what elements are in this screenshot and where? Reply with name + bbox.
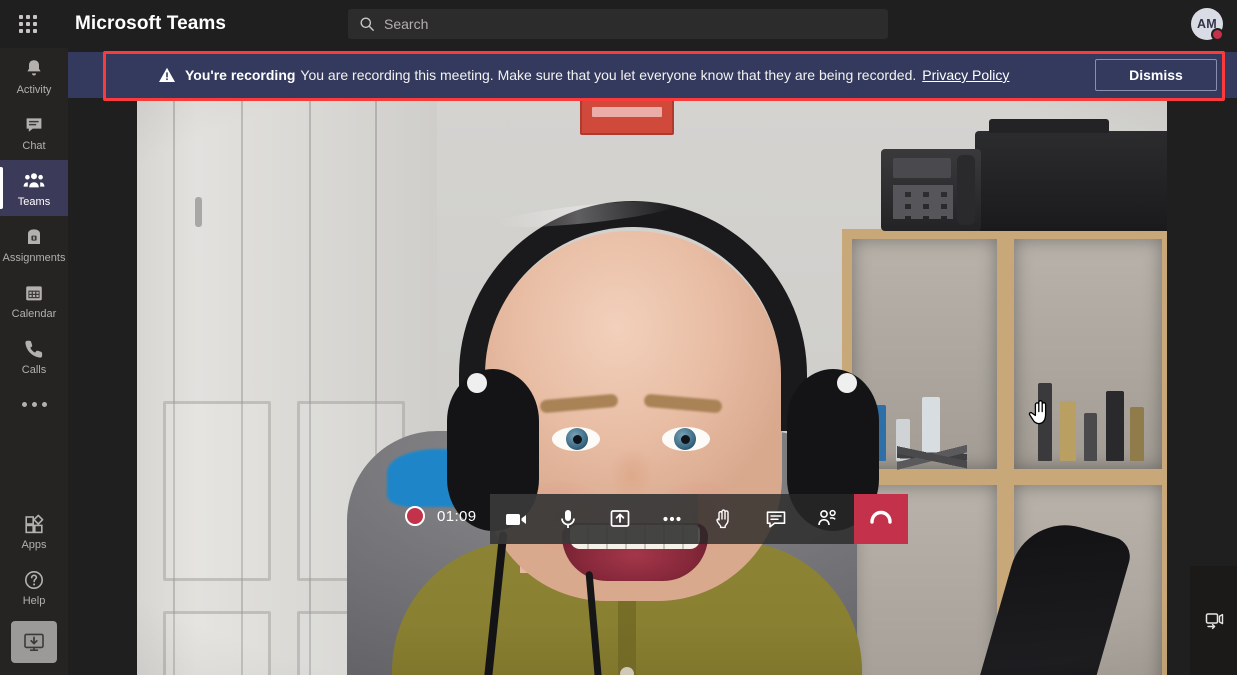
control-group-primary xyxy=(490,494,698,544)
sidebar-item-chat[interactable]: Chat xyxy=(0,104,68,160)
sidebar-item-label: Teams xyxy=(17,195,51,208)
sidebar-item-label: Help xyxy=(22,594,46,607)
app-rail: Activity Chat Teams Assignments Calendar… xyxy=(0,48,68,675)
chat-button[interactable] xyxy=(750,494,802,544)
recording-status: 01:09 xyxy=(405,506,477,526)
question-circle-icon xyxy=(25,570,43,589)
teams-window: 01:09 Activity Chat Teams Assignments Ca… xyxy=(0,0,1237,675)
download-desktop-app-button[interactable] xyxy=(11,621,57,663)
share-screen-icon xyxy=(610,510,630,527)
screen-share-panel[interactable] xyxy=(1190,566,1237,675)
hang-up-phone-icon xyxy=(870,510,892,524)
control-group-secondary xyxy=(698,494,854,544)
sidebar-item-calls[interactable]: Calls xyxy=(0,328,68,384)
page-title: Microsoft Teams xyxy=(75,13,227,34)
sidebar-item-assignments[interactable]: Assignments xyxy=(0,216,68,272)
meeting-control-bar xyxy=(490,494,908,544)
more-actions-button[interactable] xyxy=(646,494,698,544)
title-bar: Microsoft Teams Search AM xyxy=(0,0,1237,48)
bell-icon xyxy=(27,59,41,75)
backpack-icon xyxy=(28,228,40,244)
app-rail-bottom: Apps Help xyxy=(0,503,68,675)
participants-button[interactable] xyxy=(802,494,854,544)
meeting-timer: 01:09 xyxy=(437,507,477,525)
screen-share-cast-icon xyxy=(1205,612,1223,629)
download-desktop-app-icon xyxy=(24,633,44,651)
sidebar-more-button[interactable] xyxy=(0,384,68,424)
chat-bubble-icon xyxy=(766,511,786,528)
participant-video-feed[interactable] xyxy=(137,101,1167,675)
raised-hand-icon xyxy=(716,509,729,529)
microphone-button[interactable] xyxy=(542,494,594,544)
sidebar-item-apps[interactable]: Apps xyxy=(0,503,68,559)
sidebar-item-teams[interactable]: Teams xyxy=(0,160,68,216)
microphone-icon xyxy=(561,510,575,528)
more-horizontal-icon xyxy=(663,516,681,522)
privacy-policy-link[interactable]: Privacy Policy xyxy=(922,67,1009,83)
sidebar-item-label: Apps xyxy=(21,538,47,551)
recording-banner-title: You're recording xyxy=(185,67,296,83)
sidebar-item-calendar[interactable]: Calendar xyxy=(0,272,68,328)
chat-bubble-icon xyxy=(26,117,42,132)
sidebar-item-label: Calls xyxy=(21,363,47,376)
search-icon xyxy=(359,16,375,32)
avatar[interactable]: AM xyxy=(1191,8,1224,41)
search-placeholder: Search xyxy=(384,16,429,32)
warning-triangle-icon xyxy=(158,66,176,84)
apps-icon xyxy=(25,514,44,533)
sidebar-item-label: Chat xyxy=(22,139,46,152)
phone-icon xyxy=(25,340,43,358)
recording-banner-content: You're recording You are recording this … xyxy=(158,66,1009,84)
camera-button[interactable] xyxy=(490,494,542,544)
sidebar-item-activity[interactable]: Activity xyxy=(0,48,68,104)
video-vignette xyxy=(137,101,1167,675)
sidebar-item-help[interactable]: Help xyxy=(0,559,68,615)
calendar-icon xyxy=(26,285,42,300)
video-scene xyxy=(137,101,1167,675)
raise-hand-button[interactable] xyxy=(698,494,750,544)
meeting-stage xyxy=(68,48,1237,675)
presence-badge-busy xyxy=(1211,28,1224,41)
sidebar-item-label: Activity xyxy=(16,83,52,96)
sidebar-item-label: Calendar xyxy=(11,307,57,320)
people-team-icon xyxy=(23,172,45,187)
recording-indicator-icon xyxy=(405,506,425,526)
app-launcher-grid-icon[interactable] xyxy=(14,10,42,38)
hang-up-button[interactable] xyxy=(854,494,908,544)
recording-banner-message: You are recording this meeting. Make sur… xyxy=(300,67,917,83)
share-screen-button[interactable] xyxy=(594,494,646,544)
video-camera-icon xyxy=(506,514,526,525)
recording-banner: You're recording You are recording this … xyxy=(68,52,1237,98)
dismiss-button[interactable]: Dismiss xyxy=(1095,59,1217,91)
sidebar-item-label: Assignments xyxy=(2,251,66,264)
search-input[interactable]: Search xyxy=(348,9,888,39)
people-icon xyxy=(818,509,836,526)
